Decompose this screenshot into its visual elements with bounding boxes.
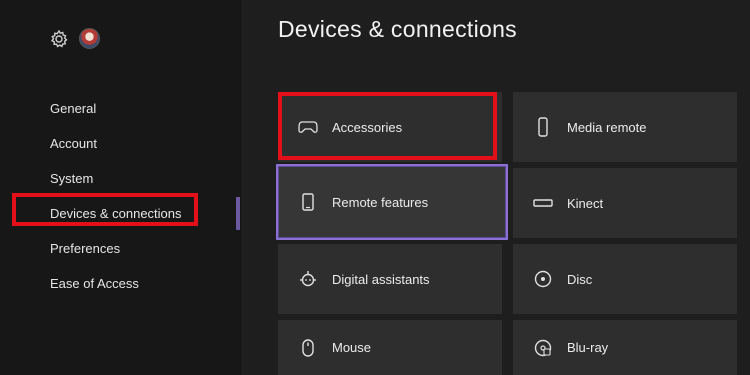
assistant-icon (298, 269, 318, 289)
tile-label: Kinect (567, 195, 604, 211)
tile-label: Digital assistants (332, 271, 430, 287)
sidebar-item-preferences[interactable]: Preferences (50, 234, 120, 264)
sidebar-item-account[interactable]: Account (50, 129, 97, 159)
selected-item-highlight-box (12, 193, 198, 226)
sidebar-divider (240, 0, 241, 375)
mouse-icon (298, 338, 318, 358)
tile-media-remote[interactable]: Media remote (513, 92, 737, 162)
phone-icon (298, 192, 318, 212)
tile-kinect[interactable]: Kinect (513, 168, 737, 238)
tile-label: Mouse (332, 340, 372, 355)
page-title: Devices & connections (278, 16, 517, 42)
kinect-icon (533, 193, 553, 213)
avatar[interactable] (79, 28, 100, 49)
tile-label: Media remote (567, 119, 647, 135)
tile-label: Remote features (332, 194, 429, 210)
tile-blu-ray[interactable]: Blu-ray (513, 320, 737, 375)
disc-icon (533, 269, 553, 289)
tile-label: Blu-ray (567, 340, 609, 355)
tile-mouse[interactable]: Mouse (278, 320, 502, 375)
remote-icon (533, 117, 553, 137)
sidebar-item-system[interactable]: System (50, 164, 93, 194)
tile-disc[interactable]: Disc (513, 244, 737, 314)
tile-digital-assistants[interactable]: Digital assistants (278, 244, 502, 314)
settings-screen: General Account System Devices & connect… (0, 0, 750, 375)
sidebar-item-general[interactable]: General (50, 94, 96, 124)
bluray-icon (533, 338, 553, 358)
gear-icon[interactable] (49, 29, 69, 49)
sidebar-top-icons (49, 28, 100, 49)
accessories-highlight-box (278, 92, 497, 160)
sidebar-item-ease-of-access[interactable]: Ease of Access (50, 269, 139, 299)
tile-label: Disc (567, 271, 593, 287)
sidebar: General Account System Devices & connect… (0, 0, 241, 375)
tile-remote-features[interactable]: Remote features (276, 164, 508, 240)
